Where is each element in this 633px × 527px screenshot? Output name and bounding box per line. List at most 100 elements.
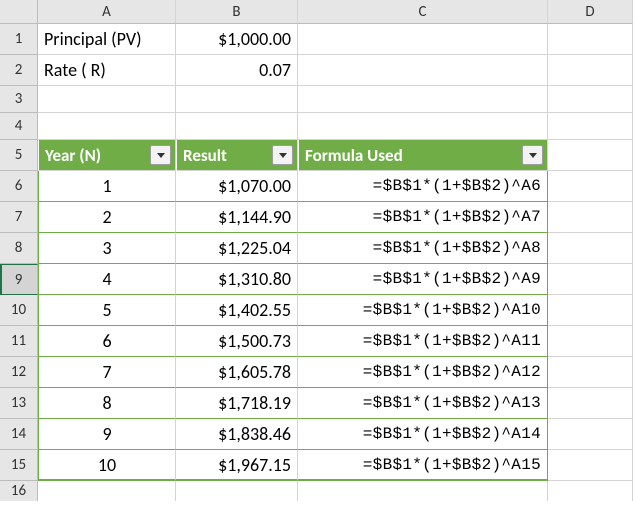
chevron-down-icon — [279, 153, 287, 158]
cell-b16[interactable] — [176, 481, 298, 501]
cell-c4[interactable] — [298, 113, 548, 140]
cell-c14[interactable]: =$B$1*(1+$B$2)^A14 — [298, 419, 548, 450]
cell-b9[interactable]: $1,310.80 — [176, 264, 298, 295]
cell-c10[interactable]: =$B$1*(1+$B$2)^A10 — [298, 295, 548, 326]
row-header-15[interactable]: 15 — [0, 450, 38, 481]
row-header-11[interactable]: 11 — [0, 326, 38, 357]
cell-a8[interactable]: 3 — [38, 233, 176, 264]
row-header-5[interactable]: 5 — [0, 140, 38, 171]
cell-a14[interactable]: 9 — [38, 419, 176, 450]
cell-d3[interactable] — [548, 86, 633, 113]
cell-a6[interactable]: 1 — [38, 171, 176, 202]
filter-button-formula[interactable] — [522, 145, 543, 165]
row-header-9[interactable]: 9 — [0, 264, 38, 295]
cell-c11[interactable]: =$B$1*(1+$B$2)^A11 — [298, 326, 548, 357]
row-header-12[interactable]: 12 — [0, 357, 38, 388]
column-header-d[interactable]: D — [548, 0, 633, 24]
row-4: 4 — [0, 113, 633, 140]
cell-b15[interactable]: $1,967.15 — [176, 450, 298, 481]
cell-b12[interactable]: $1,605.78 — [176, 357, 298, 388]
cell-b7[interactable]: $1,144.90 — [176, 202, 298, 233]
row-header-10[interactable]: 10 — [0, 295, 38, 326]
cell-d5[interactable] — [548, 140, 633, 171]
cell-d15[interactable] — [548, 450, 633, 481]
cell-d2[interactable] — [548, 55, 633, 86]
cell-c6[interactable]: =$B$1*(1+$B$2)^A6 — [298, 171, 548, 202]
cell-c7[interactable]: =$B$1*(1+$B$2)^A7 — [298, 202, 548, 233]
row-header-4[interactable]: 4 — [0, 113, 38, 140]
filter-button-result[interactable] — [272, 145, 293, 165]
cell-d12[interactable] — [548, 357, 633, 388]
row-header-2[interactable]: 2 — [0, 55, 38, 86]
chevron-down-icon — [529, 153, 537, 158]
cell-c9[interactable]: =$B$1*(1+$B$2)^A9 — [298, 264, 548, 295]
cell-b6[interactable]: $1,070.00 — [176, 171, 298, 202]
cell-c15[interactable]: =$B$1*(1+$B$2)^A15 — [298, 450, 548, 481]
cell-a15[interactable]: 10 — [38, 450, 176, 481]
cell-d11[interactable] — [548, 326, 633, 357]
column-header-a[interactable]: A — [38, 0, 176, 24]
table-header-year-label: Year (N) — [45, 145, 101, 166]
cell-d14[interactable] — [548, 419, 633, 450]
cell-d9[interactable] — [548, 264, 633, 295]
cell-b4[interactable] — [176, 113, 298, 140]
cell-b13[interactable]: $1,718.19 — [176, 388, 298, 419]
cell-a16[interactable] — [38, 481, 176, 501]
cell-c1[interactable] — [298, 24, 548, 55]
table-header-year[interactable]: Year (N) — [38, 140, 176, 171]
cell-a12[interactable]: 7 — [38, 357, 176, 388]
row-header-13[interactable]: 13 — [0, 388, 38, 419]
filter-button-year[interactable] — [150, 145, 171, 165]
spreadsheet: A B C D 1 Principal (PV) $1,000.00 2 Rat… — [0, 0, 633, 527]
cell-c3[interactable] — [298, 86, 548, 113]
cell-b3[interactable] — [176, 86, 298, 113]
row-5-table-header: 5 Year (N) Result Formula Used — [0, 140, 633, 171]
cell-d10[interactable] — [548, 295, 633, 326]
row-header-7[interactable]: 7 — [0, 202, 38, 233]
row-9: 9 4 $1,310.80 =$B$1*(1+$B$2)^A9 — [0, 264, 633, 295]
cell-c8[interactable]: =$B$1*(1+$B$2)^A8 — [298, 233, 548, 264]
row-7: 7 2 $1,144.90 =$B$1*(1+$B$2)^A7 — [0, 202, 633, 233]
select-all-corner[interactable] — [0, 0, 38, 24]
column-header-c[interactable]: C — [298, 0, 548, 24]
row-header-8[interactable]: 8 — [0, 233, 38, 264]
cell-a1[interactable]: Principal (PV) — [38, 24, 176, 55]
cell-b14[interactable]: $1,838.46 — [176, 419, 298, 450]
cell-c2[interactable] — [298, 55, 548, 86]
cell-a9[interactable]: 4 — [38, 264, 176, 295]
cell-d4[interactable] — [548, 113, 633, 140]
cell-d8[interactable] — [548, 233, 633, 264]
row-header-3[interactable]: 3 — [0, 86, 38, 113]
table-header-result[interactable]: Result — [176, 140, 298, 171]
table-header-formula-label: Formula Used — [305, 145, 403, 166]
cell-a10[interactable]: 5 — [38, 295, 176, 326]
cell-d13[interactable] — [548, 388, 633, 419]
cell-b10[interactable]: $1,402.55 — [176, 295, 298, 326]
cell-a2[interactable]: Rate ( R) — [38, 55, 176, 86]
column-header-b[interactable]: B — [176, 0, 298, 24]
cell-d1[interactable] — [548, 24, 633, 55]
row-6: 6 1 $1,070.00 =$B$1*(1+$B$2)^A6 — [0, 171, 633, 202]
row-header-14[interactable]: 14 — [0, 419, 38, 450]
cell-d6[interactable] — [548, 171, 633, 202]
cell-b2[interactable]: 0.07 — [176, 55, 298, 86]
row-header-16[interactable]: 16 — [0, 481, 38, 501]
cell-a3[interactable] — [38, 86, 176, 113]
cell-a7[interactable]: 2 — [38, 202, 176, 233]
cell-d7[interactable] — [548, 202, 633, 233]
cell-b11[interactable]: $1,500.73 — [176, 326, 298, 357]
cell-a11[interactable]: 6 — [38, 326, 176, 357]
cell-b1[interactable]: $1,000.00 — [176, 24, 298, 55]
cell-d16[interactable] — [548, 481, 633, 501]
row-header-6[interactable]: 6 — [0, 171, 38, 202]
cell-a13[interactable]: 8 — [38, 388, 176, 419]
row-11: 11 6 $1,500.73 =$B$1*(1+$B$2)^A11 — [0, 326, 633, 357]
cell-b8[interactable]: $1,225.04 — [176, 233, 298, 264]
row-header-1[interactable]: 1 — [0, 24, 38, 55]
cell-c16[interactable] — [298, 481, 548, 501]
table-header-formula[interactable]: Formula Used — [298, 140, 548, 171]
cell-c12[interactable]: =$B$1*(1+$B$2)^A12 — [298, 357, 548, 388]
cell-a4[interactable] — [38, 113, 176, 140]
row-12: 12 7 $1,605.78 =$B$1*(1+$B$2)^A12 — [0, 357, 633, 388]
cell-c13[interactable]: =$B$1*(1+$B$2)^A13 — [298, 388, 548, 419]
